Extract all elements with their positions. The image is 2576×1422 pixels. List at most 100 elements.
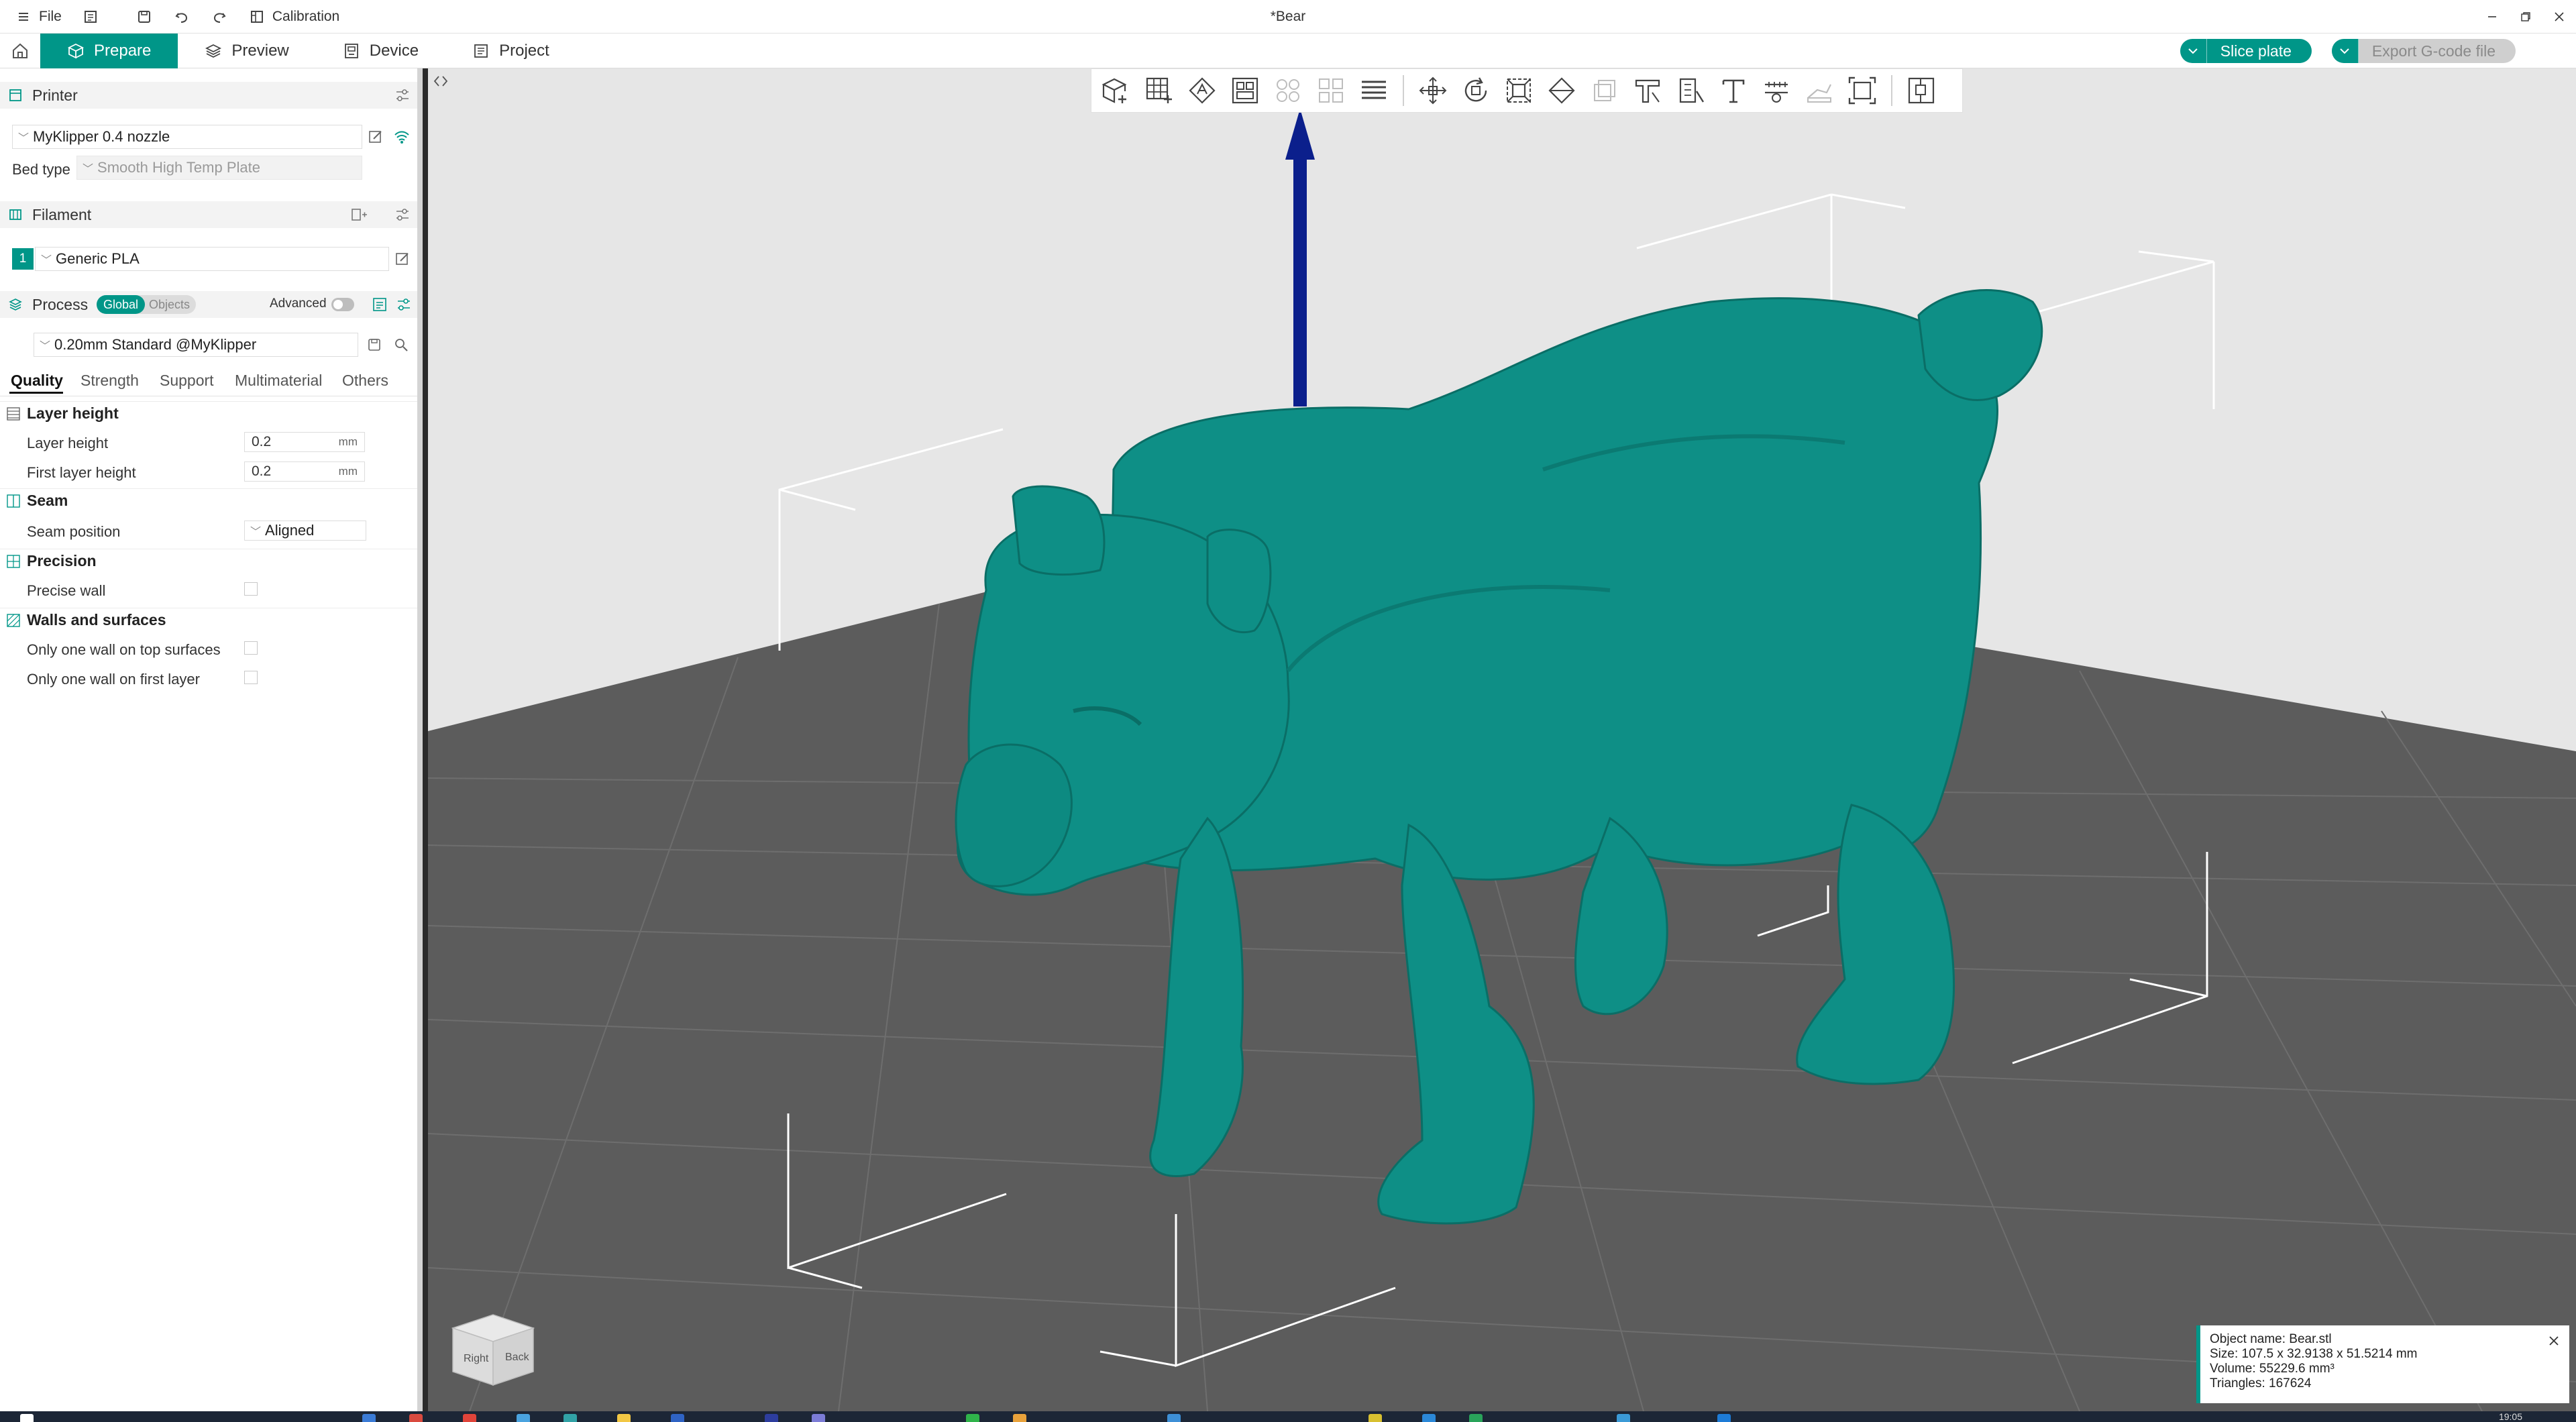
one-wall-first-checkbox[interactable]: [244, 671, 258, 684]
view-navigation-cube[interactable]: Right Back: [446, 1301, 540, 1388]
info-close-button[interactable]: [2545, 1332, 2563, 1350]
process-settings-button[interactable]: [396, 296, 412, 317]
edit-printer-button[interactable]: [368, 129, 384, 149]
sliders-icon: [396, 89, 409, 101]
taskbar-app-icon[interactable]: [409, 1414, 423, 1422]
precise-wall-checkbox[interactable]: [244, 582, 258, 596]
scene-canvas[interactable]: [428, 68, 2576, 1411]
edit-filament-button[interactable]: [394, 251, 411, 271]
lay-on-face-tool[interactable]: [1542, 71, 1581, 110]
support-painting-tool[interactable]: [1671, 71, 1710, 110]
taskbar-app-icon[interactable]: [671, 1414, 684, 1422]
seam-position-select[interactable]: ﹀ Aligned: [244, 521, 366, 541]
printer-settings-button[interactable]: [394, 87, 411, 107]
scale-tool[interactable]: [1499, 71, 1538, 110]
global-toggle-option[interactable]: Global: [97, 295, 146, 314]
assemble-view-tool[interactable]: [1902, 71, 1941, 110]
settings-sidebar: Printer ﹀ MyKlipper 0.4 nozzle Bed type …: [0, 68, 423, 1411]
file-menu[interactable]: File: [15, 8, 62, 25]
taskbar-app-icon[interactable]: [1013, 1414, 1026, 1422]
move-gizmo-z-arrow[interactable]: [1285, 109, 1315, 406]
slice-plate-button[interactable]: Slice plate: [2180, 39, 2312, 63]
edit-icon: [369, 131, 382, 143]
cut-tool[interactable]: [1628, 71, 1667, 110]
close-button[interactable]: [2542, 0, 2576, 34]
search-settings-button[interactable]: [393, 337, 409, 357]
filament-slot-badge[interactable]: 1: [12, 248, 34, 270]
rotate-tool[interactable]: [1456, 71, 1495, 110]
taskbar-app-icon[interactable]: [517, 1414, 530, 1422]
start-icon[interactable]: [20, 1414, 34, 1422]
chevron-down-icon: ﹀: [40, 341, 51, 352]
taskbar-app-icon[interactable]: [362, 1414, 376, 1422]
global-objects-toggle[interactable]: Global Objects: [97, 295, 196, 314]
process-section-header: Process Global Objects Advanced: [0, 291, 417, 318]
minimize-button[interactable]: [2475, 0, 2509, 34]
fit-view-tool[interactable]: [1843, 71, 1882, 110]
split-parts-tool[interactable]: [1311, 71, 1350, 110]
add-object-tool[interactable]: [1097, 71, 1136, 110]
advanced-toggle[interactable]: [331, 298, 354, 311]
taskbar-app-icon[interactable]: [765, 1414, 778, 1422]
process-preset-select[interactable]: ﹀ 0.20mm Standard @MyKlipper: [34, 333, 358, 357]
export-dropdown[interactable]: [2331, 39, 2359, 63]
assembly-tool[interactable]: [1800, 71, 1839, 110]
add-plate-tool[interactable]: [1140, 71, 1179, 110]
taskbar-app-icon[interactable]: [812, 1414, 825, 1422]
arrange-tool[interactable]: [1226, 71, 1265, 110]
navcube-right-label[interactable]: Right: [464, 1353, 489, 1364]
tab-others[interactable]: Others: [342, 372, 388, 390]
redo-button[interactable]: [211, 8, 228, 25]
text-tool[interactable]: [1714, 71, 1753, 110]
place-on-face-tool[interactable]: [1585, 71, 1624, 110]
tab-prepare[interactable]: Prepare: [40, 33, 178, 68]
variable-layer-height-tool[interactable]: [1354, 71, 1393, 110]
navcube-back-label[interactable]: Back: [505, 1352, 530, 1363]
home-button[interactable]: [0, 34, 40, 68]
tab-strength[interactable]: Strength: [80, 372, 139, 390]
tab-quality[interactable]: Quality: [11, 372, 63, 390]
first-layer-height-input[interactable]: 0.2 mm: [244, 461, 365, 482]
move-tool[interactable]: [1413, 71, 1452, 110]
slice-dropdown[interactable]: [2180, 39, 2207, 63]
tab-multimaterial[interactable]: Multimaterial: [235, 372, 322, 390]
taskbar-app-icon[interactable]: [463, 1414, 476, 1422]
bed-type-select[interactable]: ﹀ Smooth High Temp Plate: [76, 156, 362, 180]
split-objects-tool[interactable]: [1269, 71, 1307, 110]
restore-icon: [2521, 12, 2530, 21]
filament-select[interactable]: ﹀ Generic PLA: [35, 247, 389, 271]
3d-viewport[interactable]: Right Back: [428, 68, 2576, 1411]
maximize-button[interactable]: [2509, 0, 2542, 34]
tab-device[interactable]: Device: [316, 34, 445, 68]
device-icon: [344, 43, 358, 58]
file-list-button[interactable]: [82, 8, 99, 25]
export-gcode-button[interactable]: Export G-code file: [2331, 39, 2516, 63]
add-filament-button[interactable]: [350, 207, 368, 227]
printer-connection-button[interactable]: [393, 129, 411, 149]
measure-tool[interactable]: [1757, 71, 1796, 110]
save-preset-button[interactable]: [366, 337, 382, 357]
tab-project[interactable]: Project: [445, 34, 576, 68]
objects-toggle-option[interactable]: Objects: [145, 298, 190, 312]
process-compare-button[interactable]: [372, 296, 388, 317]
filament-settings-button[interactable]: [394, 207, 411, 227]
layer-height-input[interactable]: 0.2 mm: [244, 432, 365, 452]
taskbar-app-icon[interactable]: [1422, 1414, 1436, 1422]
undo-button[interactable]: [173, 8, 191, 25]
taskbar-app-icon[interactable]: [1617, 1414, 1630, 1422]
taskbar-app-icon[interactable]: [617, 1414, 631, 1422]
save-button[interactable]: [136, 8, 153, 25]
tab-preview[interactable]: Preview: [178, 34, 315, 68]
taskbar-app-icon[interactable]: [564, 1414, 577, 1422]
printer-select[interactable]: ﹀ MyKlipper 0.4 nozzle: [12, 125, 362, 149]
calibration-menu[interactable]: Calibration: [248, 8, 339, 25]
tab-support[interactable]: Support: [160, 372, 214, 390]
taskbar-app-icon[interactable]: [1368, 1414, 1382, 1422]
one-wall-top-checkbox[interactable]: [244, 641, 258, 655]
auto-orient-tool[interactable]: [1183, 71, 1222, 110]
taskbar-app-icon[interactable]: [966, 1414, 979, 1422]
taskbar-app-icon[interactable]: [1717, 1414, 1731, 1422]
taskbar-app-icon[interactable]: [1167, 1414, 1181, 1422]
taskbar-app-icon[interactable]: [1469, 1414, 1483, 1422]
collapse-sidebar-button[interactable]: [429, 70, 452, 93]
